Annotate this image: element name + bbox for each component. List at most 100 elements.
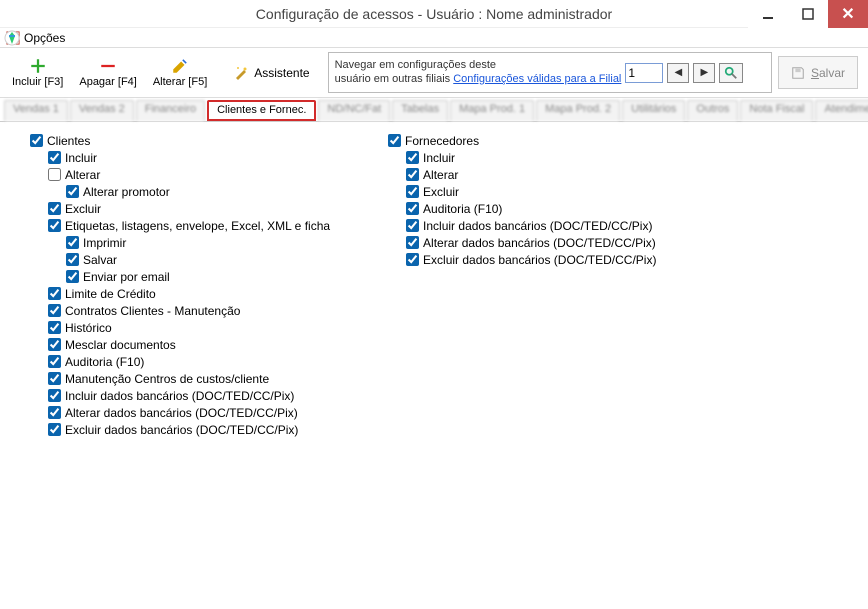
lbl-historico: Histórico — [65, 321, 112, 335]
lbl-clientes-alterar: Alterar — [65, 168, 100, 182]
chk-cli-alterar-banc[interactable] — [48, 406, 61, 419]
chk-salvar-opt[interactable] — [66, 253, 79, 266]
delete-button[interactable]: Apagar [F4] — [71, 50, 144, 95]
tab-tabelas[interactable]: Tabelas — [392, 100, 448, 121]
tab-outros[interactable]: Outros — [687, 100, 738, 121]
lbl-forn-excluir: Excluir — [423, 185, 459, 199]
content: Clientes Incluir Alterar Alterar promoto… — [0, 122, 868, 448]
nav-line1: Navegar em configurações deste — [335, 59, 622, 72]
nav-prev-button[interactable]: ◀ — [667, 63, 689, 83]
chk-imprimir[interactable] — [66, 236, 79, 249]
toolbar: Incluir [F3] Apagar [F4] Alterar [F5] As… — [0, 48, 868, 98]
chk-clientes-incluir[interactable] — [48, 151, 61, 164]
clientes-column: Clientes Incluir Alterar Alterar promoto… — [12, 132, 330, 438]
lbl-centros-custo: Manutenção Centros de custos/cliente — [65, 372, 269, 386]
chk-forn-excluir-banc[interactable] — [406, 253, 419, 266]
chk-forn-alterar-banc[interactable] — [406, 236, 419, 249]
plus-icon — [29, 57, 47, 75]
pencil-icon — [171, 57, 189, 75]
tabstrip: Vendas 1 Vendas 2 Financeiro Clientes e … — [0, 98, 868, 122]
chk-alterar-promotor[interactable] — [66, 185, 79, 198]
lbl-forn-alterar: Alterar — [423, 168, 458, 182]
close-button[interactable]: ✕ — [828, 0, 868, 28]
chk-clientes-alterar[interactable] — [48, 168, 61, 181]
search-icon — [724, 66, 738, 80]
nav-line2-prefix: usuário em outras filiais — [335, 73, 451, 85]
lbl-clientes-excluir: Excluir — [65, 202, 101, 216]
save-label: SSalvaralvar — [811, 66, 845, 80]
lbl-forn-incluir: Incluir — [423, 151, 455, 165]
tab-mapa1[interactable]: Mapa Prod. 1 — [450, 100, 534, 121]
lbl-limite-credito: Limite de Crédito — [65, 287, 156, 301]
tab-ndncfat[interactable]: ND/NC/Fat — [318, 100, 390, 121]
chk-etiquetas[interactable] — [48, 219, 61, 232]
chk-centros-custo[interactable] — [48, 372, 61, 385]
chk-forn-incluir[interactable] — [406, 151, 419, 164]
window-title: Configuração de acessos - Usuário : Nome… — [256, 6, 612, 22]
edit-button[interactable]: Alterar [F5] — [145, 50, 215, 95]
lbl-imprimir: Imprimir — [83, 236, 126, 250]
lbl-enviar-email: Enviar por email — [83, 270, 170, 284]
chk-clientes[interactable] — [30, 134, 43, 147]
lbl-auditoria-cli: Auditoria (F10) — [65, 355, 144, 369]
lbl-clientes-incluir: Incluir — [65, 151, 97, 165]
include-button[interactable]: Incluir [F3] — [4, 50, 71, 95]
chk-mesclar[interactable] — [48, 338, 61, 351]
save-button[interactable]: SSalvaralvar — [778, 56, 858, 89]
titlebar: Configuração de acessos - Usuário : Nome… — [0, 0, 868, 28]
lbl-fornecedores: Fornecedores — [405, 134, 479, 148]
chk-forn-excluir[interactable] — [406, 185, 419, 198]
nav-next-button[interactable]: ▶ — [693, 63, 715, 83]
delete-label: Apagar [F4] — [79, 76, 136, 88]
chk-forn-incluir-banc[interactable] — [406, 219, 419, 232]
chk-limite-credito[interactable] — [48, 287, 61, 300]
chk-historico[interactable] — [48, 321, 61, 334]
tab-vendas1[interactable]: Vendas 1 — [4, 100, 68, 121]
edit-label: Alterar [F5] — [153, 76, 207, 88]
lbl-cli-alterar-banc: Alterar dados bancários (DOC/TED/CC/Pix) — [65, 406, 298, 420]
chk-auditoria-cli[interactable] — [48, 355, 61, 368]
chk-clientes-excluir[interactable] — [48, 202, 61, 215]
floppy-icon — [791, 66, 805, 80]
minus-icon — [99, 57, 117, 75]
nav-search-button[interactable] — [719, 63, 743, 83]
lbl-cli-incluir-banc: Incluir dados bancários (DOC/TED/CC/Pix) — [65, 389, 294, 403]
maximize-button[interactable] — [788, 0, 828, 28]
tab-utilitarios[interactable]: Utilitários — [622, 100, 685, 121]
tab-mapa2[interactable]: Mapa Prod. 2 — [536, 100, 620, 121]
tab-clientes-fornec[interactable]: Clientes e Fornec. — [207, 100, 316, 121]
chk-cli-incluir-banc[interactable] — [48, 389, 61, 402]
menu-options[interactable]: Opções — [24, 31, 65, 45]
chk-fornecedores[interactable] — [388, 134, 401, 147]
window-controls: ✕ — [748, 0, 868, 28]
app-logo-icon — [4, 30, 20, 46]
assistant-label: Assistente — [254, 66, 309, 80]
nav-box: Navegar em configurações deste usuário e… — [328, 52, 772, 93]
chk-cli-excluir-banc[interactable] — [48, 423, 61, 436]
fornecedores-column: Fornecedores Incluir Alterar Excluir Aud… — [370, 132, 656, 438]
lbl-mesclar: Mesclar documentos — [65, 338, 176, 352]
tab-financeiro[interactable]: Financeiro — [136, 100, 205, 121]
tab-notafiscal[interactable]: Nota Fiscal — [740, 100, 813, 121]
chk-contratos[interactable] — [48, 304, 61, 317]
lbl-salvar-opt: Salvar — [83, 253, 117, 267]
lbl-etiquetas: Etiquetas, listagens, envelope, Excel, X… — [65, 219, 330, 233]
filial-input[interactable] — [625, 63, 663, 83]
lbl-contratos: Contratos Clientes - Manutenção — [65, 304, 240, 318]
lbl-clientes: Clientes — [47, 134, 90, 148]
minimize-button[interactable] — [748, 0, 788, 28]
chk-enviar-email[interactable] — [66, 270, 79, 283]
chk-forn-auditoria[interactable] — [406, 202, 419, 215]
lbl-alterar-promotor: Alterar promotor — [83, 185, 170, 199]
nav-link[interactable]: Configurações válidas para a Filial — [453, 73, 621, 85]
tab-vendas2[interactable]: Vendas 2 — [70, 100, 134, 121]
chk-forn-alterar[interactable] — [406, 168, 419, 181]
menubar: Opções — [0, 28, 868, 48]
tab-atendimentos[interactable]: Atendimentos/Filas — [815, 100, 868, 121]
assistant-button[interactable]: Assistente — [215, 50, 327, 95]
lbl-forn-excluir-banc: Excluir dados bancários (DOC/TED/CC/Pix) — [423, 253, 656, 267]
lbl-cli-excluir-banc: Excluir dados bancários (DOC/TED/CC/Pix) — [65, 423, 298, 437]
include-label: Incluir [F3] — [12, 76, 63, 88]
lbl-forn-incluir-banc: Incluir dados bancários (DOC/TED/CC/Pix) — [423, 219, 652, 233]
nav-text: Navegar em configurações deste usuário e… — [335, 59, 622, 85]
